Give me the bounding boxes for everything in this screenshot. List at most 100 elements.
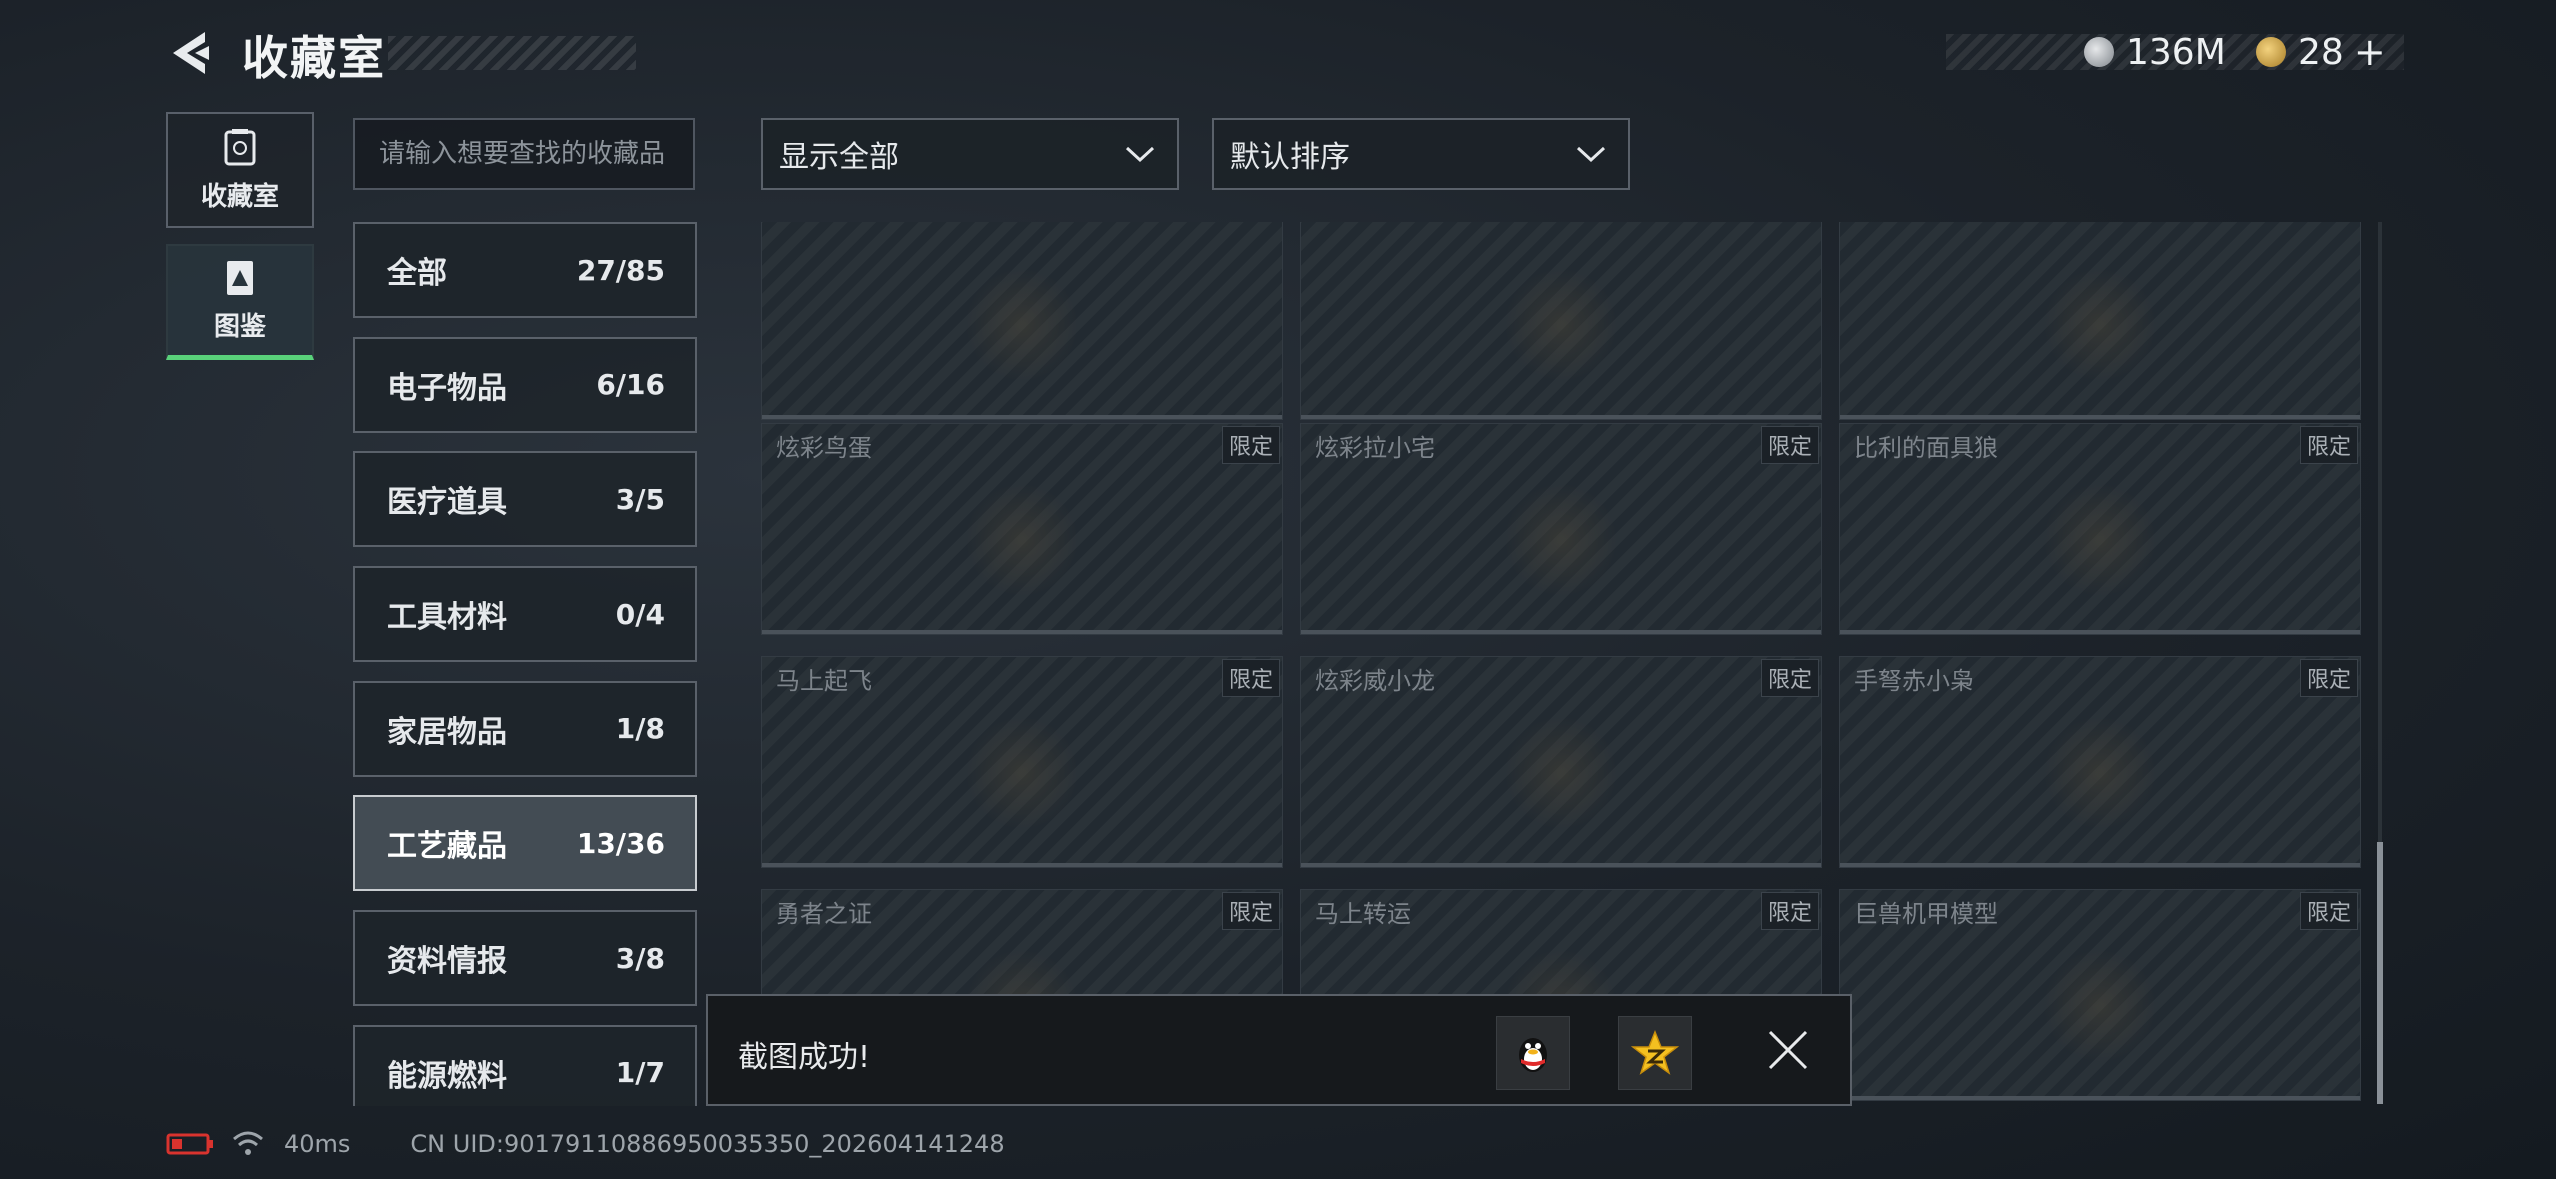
item-image bbox=[967, 712, 1077, 833]
item-image bbox=[2045, 945, 2155, 1066]
category-label: 电子物品 bbox=[387, 370, 507, 406]
item-name: 比利的面具狼 bbox=[1854, 434, 1998, 462]
category-label: 医疗道具 bbox=[387, 485, 507, 521]
screenshot-toast: 截图成功! bbox=[706, 994, 1852, 1106]
collection-room-icon bbox=[224, 128, 256, 165]
uid-text: CN UID:9017911088695003535​0_20260414124… bbox=[410, 1130, 1005, 1158]
item-image bbox=[2045, 264, 2155, 385]
limited-badge: 限定 bbox=[2299, 659, 2358, 697]
category-all[interactable]: 全部 27/85 bbox=[353, 222, 697, 318]
category-fuel[interactable]: 能源燃料 1/7 bbox=[353, 1024, 697, 1106]
item-image bbox=[1506, 712, 1616, 833]
nav-codex-label: 图鉴 bbox=[213, 312, 266, 342]
item-name: 勇者之证 bbox=[776, 900, 872, 928]
limited-badge: 限定 bbox=[2299, 892, 2358, 930]
ping-value: 40ms bbox=[284, 1130, 351, 1158]
item-card[interactable]: 炫彩鸟蛋 限定 bbox=[761, 423, 1283, 635]
scrollbar-thumb[interactable] bbox=[2377, 842, 2383, 1104]
chevron-down-icon bbox=[1125, 146, 1155, 163]
item-name: 手弩赤小枭 bbox=[1854, 667, 1974, 695]
limited-badge: 限定 bbox=[1221, 892, 1280, 930]
category-count: 3/8 bbox=[615, 941, 665, 975]
item-image bbox=[1506, 264, 1616, 385]
nav-codex[interactable]: 图鉴 bbox=[166, 244, 314, 360]
item-card[interactable]: 炫彩拉小宅 限定 bbox=[1300, 423, 1822, 635]
limited-badge: 限定 bbox=[1221, 659, 1280, 697]
category-count: 6/16 bbox=[596, 368, 665, 402]
category-label: 资料情报 bbox=[387, 944, 507, 980]
category-household[interactable]: 家居物品 1/8 bbox=[353, 680, 697, 777]
gold-coin-icon bbox=[2256, 37, 2286, 67]
back-icon[interactable] bbox=[165, 28, 215, 78]
silver-coin-icon bbox=[2084, 37, 2114, 67]
item-card[interactable] bbox=[761, 222, 1283, 420]
item-image bbox=[967, 479, 1077, 600]
category-label: 家居物品 bbox=[387, 714, 507, 750]
item-card[interactable]: 马上起飞 限定 bbox=[761, 656, 1283, 868]
add-currency-button[interactable]: + bbox=[2354, 30, 2386, 74]
qzone-icon bbox=[1631, 1029, 1679, 1075]
category-count: 27/85 bbox=[576, 253, 665, 287]
category-count: 0/4 bbox=[615, 597, 665, 631]
chevron-down-icon bbox=[1576, 146, 1606, 163]
item-image bbox=[967, 264, 1077, 385]
item-card[interactable] bbox=[1300, 222, 1822, 420]
currency-gold-value: 28 bbox=[2298, 31, 2344, 73]
category-count: 1/8 bbox=[615, 712, 665, 746]
category-list[interactable]: 全部 27/85 电子物品 6/16 医疗道具 3/5 工具材料 0/4 家居物… bbox=[353, 222, 697, 1106]
toast-message: 截图成功! bbox=[738, 1040, 871, 1075]
limited-badge: 限定 bbox=[1760, 426, 1819, 464]
limited-badge: 限定 bbox=[2299, 426, 2358, 464]
item-card[interactable] bbox=[1839, 222, 2361, 420]
item-image bbox=[2045, 712, 2155, 833]
item-name: 炫彩威小龙 bbox=[1315, 667, 1435, 695]
category-count: 1/7 bbox=[615, 1056, 665, 1090]
item-name: 马上起飞 bbox=[776, 667, 872, 695]
item-name: 巨兽机甲模型 bbox=[1854, 900, 1998, 928]
share-qq-button[interactable] bbox=[1496, 1016, 1570, 1090]
item-name: 炫彩鸟蛋 bbox=[776, 434, 872, 462]
limited-badge: 限定 bbox=[1760, 659, 1819, 697]
currency-gold[interactable]: 28 + bbox=[2256, 28, 2386, 76]
title-decoration bbox=[388, 36, 636, 70]
currency-silver: 136M bbox=[2084, 28, 2226, 76]
search-input[interactable] bbox=[353, 118, 695, 190]
item-card[interactable]: 比利的面具狼 限定 bbox=[1839, 423, 2361, 635]
category-intel[interactable]: 资料情报 3/8 bbox=[353, 910, 697, 1007]
category-medical[interactable]: 医疗道具 3/5 bbox=[353, 451, 697, 548]
close-icon[interactable] bbox=[1764, 1026, 1812, 1074]
display-filter-select[interactable]: 显示全部 bbox=[761, 118, 1179, 190]
limited-badge: 限定 bbox=[1221, 426, 1280, 464]
status-bar: 40ms CN UID:9017911088695003535​0_202604… bbox=[166, 1126, 1005, 1162]
codex-icon bbox=[227, 261, 253, 295]
item-name: 马上转运 bbox=[1315, 900, 1411, 928]
nav-collection-room[interactable]: 收藏室 bbox=[166, 112, 314, 228]
currency-silver-value: 136M bbox=[2126, 31, 2226, 73]
category-crafts[interactable]: 工艺藏品 13/36 bbox=[353, 795, 697, 892]
battery-low-icon bbox=[166, 1133, 213, 1155]
item-grid[interactable]: 炫彩鸟蛋 限定 炫彩拉小宅 限定 比利的面具狼 限定 马上起飞 限定 炫彩威小龙… bbox=[761, 222, 2361, 1104]
nav-collection-room-label: 收藏室 bbox=[200, 181, 279, 212]
item-card[interactable]: 炫彩威小龙 限定 bbox=[1300, 656, 1822, 868]
display-filter-value: 显示全部 bbox=[779, 140, 899, 175]
category-tools[interactable]: 工具材料 0/4 bbox=[353, 566, 697, 663]
category-label: 全部 bbox=[387, 256, 447, 291]
item-card[interactable]: 巨兽机甲模型 限定 bbox=[1839, 889, 2361, 1101]
qq-icon bbox=[1519, 1038, 1547, 1072]
category-count: 13/36 bbox=[576, 826, 665, 860]
item-card[interactable]: 手弩赤小枭 限定 bbox=[1839, 656, 2361, 868]
item-name: 炫彩拉小宅 bbox=[1315, 434, 1435, 462]
category-label: 工艺藏品 bbox=[387, 829, 507, 865]
category-label: 工具材料 bbox=[387, 600, 507, 636]
wifi-icon bbox=[233, 1131, 263, 1155]
category-label: 能源燃料 bbox=[387, 1058, 507, 1094]
item-image bbox=[1506, 479, 1616, 600]
page-title: 收藏室 bbox=[242, 31, 386, 85]
category-electronics[interactable]: 电子物品 6/16 bbox=[353, 336, 697, 433]
sort-value: 默认排序 bbox=[1230, 140, 1350, 175]
share-qzone-button[interactable] bbox=[1618, 1016, 1692, 1090]
sort-select[interactable]: 默认排序 bbox=[1212, 118, 1630, 190]
limited-badge: 限定 bbox=[1760, 892, 1819, 930]
category-count: 3/5 bbox=[615, 482, 665, 516]
item-image bbox=[2045, 479, 2155, 600]
